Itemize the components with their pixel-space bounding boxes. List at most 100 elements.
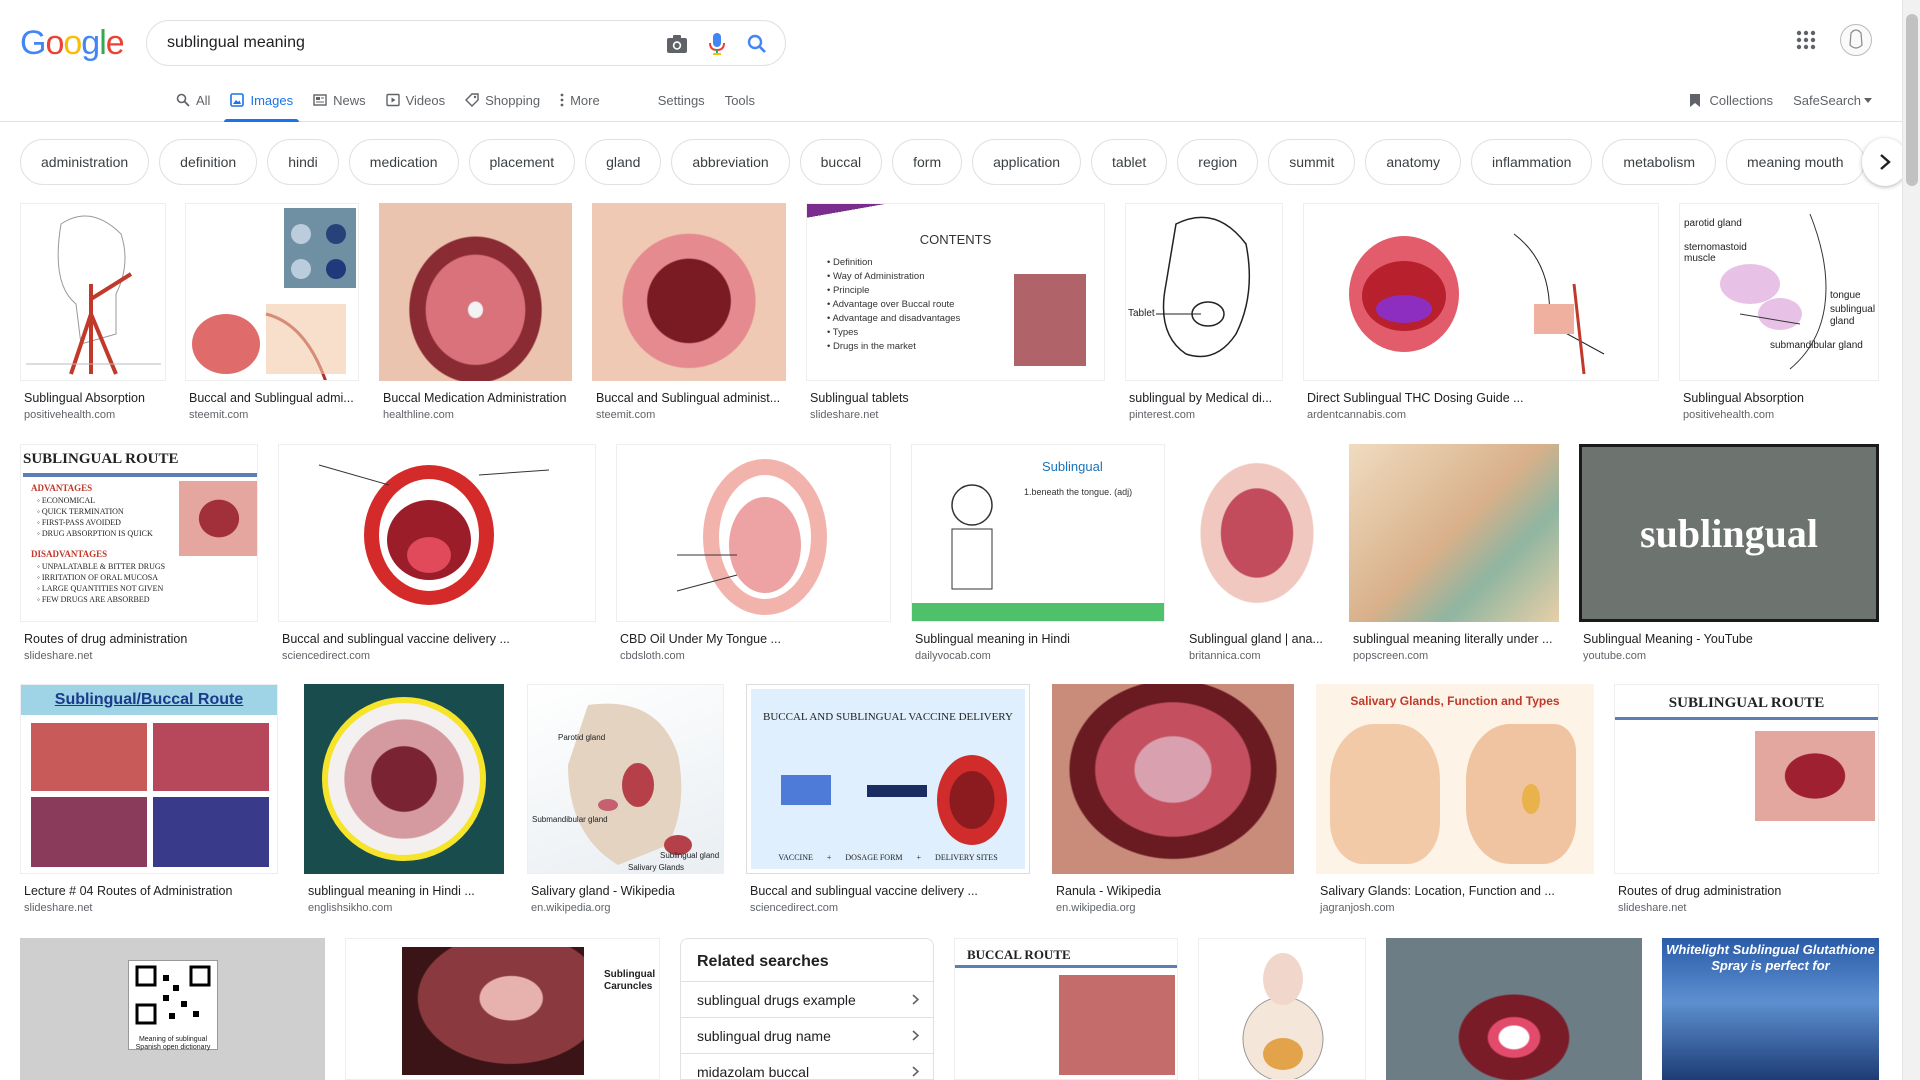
tab-news[interactable]: News (303, 82, 376, 118)
image-result[interactable]: Sublingual 1.beneath the tongue. (adj) S… (911, 444, 1165, 662)
tab-shopping[interactable]: Shopping (455, 82, 550, 118)
image-result[interactable]: SUBLINGUAL ROUTE Routes of drug administ… (1614, 684, 1879, 914)
search-input[interactable] (167, 31, 647, 55)
image-result[interactable]: sublingual meaning literally under ... p… (1349, 444, 1559, 662)
image-result[interactable]: Buccal and Sublingual administ... steemi… (592, 203, 786, 421)
image-result[interactable]: Buccal Medication Administration healthl… (379, 203, 572, 421)
chip-application[interactable]: application (972, 139, 1082, 185)
result-thumbnail[interactable] (1349, 444, 1559, 622)
search-box[interactable] (146, 20, 786, 66)
image-result[interactable]: Buccal and Sublingual admi... steemit.co… (185, 203, 359, 421)
tab-label: More (570, 92, 600, 108)
list-item: ◦ FIRST-PASS AVOIDED (37, 518, 121, 527)
tab-images[interactable]: Images (220, 82, 303, 122)
result-thumbnail[interactable]: sublingual (1579, 444, 1879, 622)
image-result[interactable]: parotid gland sternomastoid muscle tongu… (1679, 203, 1879, 421)
tab-videos[interactable]: Videos (376, 82, 456, 118)
image-result[interactable]: sublingual meaning in Hindi ... englishs… (304, 684, 504, 914)
account-avatar[interactable] (1840, 24, 1872, 56)
mic-icon[interactable] (705, 32, 729, 56)
chip-tablet[interactable]: tablet (1091, 139, 1168, 185)
image-result[interactable]: Sublingual Caruncles (345, 938, 660, 1080)
image-result[interactable] (1386, 938, 1642, 1080)
scrollbar-thumb[interactable] (1906, 14, 1918, 186)
result-thumbnail[interactable]: CONTENTS • Definition • Way of Administra… (806, 203, 1105, 381)
image-result[interactable]: sublingual Sublingual Meaning - YouTube … (1579, 444, 1879, 662)
chip-region[interactable]: region (1177, 139, 1259, 185)
image-result[interactable]: Parotid gland Submandibular gland Sublin… (527, 684, 724, 914)
image-result[interactable]: BUCCAL AND SUBLINGUAL VACCINE DELIVERY V… (746, 684, 1030, 914)
image-result[interactable]: Meaning of sublingual Spanish open dicti… (20, 938, 325, 1080)
result-thumbnail[interactable]: Meaning of sublingual Spanish open dicti… (20, 938, 325, 1080)
collections-link[interactable]: Collections (1689, 93, 1773, 108)
result-thumbnail[interactable]: parotid gland sternomastoid muscle tongu… (1679, 203, 1879, 381)
chip-abbreviation[interactable]: abbreviation (671, 139, 790, 185)
result-thumbnail[interactable]: Sublingual Caruncles (345, 938, 660, 1080)
search-icon[interactable] (745, 32, 769, 56)
result-thumbnail[interactable]: Tablet (1125, 203, 1283, 381)
result-thumbnail[interactable] (592, 203, 786, 381)
safesearch-dropdown[interactable]: SafeSearch (1793, 93, 1872, 108)
image-result[interactable]: SUBLINGUAL ROUTE ADVANTAGES ◦ ECONOMICAL… (20, 444, 258, 662)
chip-administration[interactable]: administration (20, 139, 150, 185)
related-item[interactable]: sublingual drugs example (681, 981, 933, 1017)
chip-metabolism[interactable]: metabolism (1602, 139, 1717, 185)
tab-more[interactable]: More (550, 82, 610, 118)
result-thumbnail[interactable] (616, 444, 891, 622)
result-thumbnail[interactable]: SUBLINGUAL ROUTE (1614, 684, 1879, 874)
google-logo[interactable]: Google (20, 24, 125, 63)
result-thumbnail[interactable] (1052, 684, 1294, 874)
image-result[interactable]: Sublingual/Buccal Route Lecture # 04 Rou… (20, 684, 278, 914)
related-item[interactable]: midazolam buccal (681, 1053, 933, 1079)
result-thumbnail[interactable]: BUCCAL AND SUBLINGUAL VACCINE DELIVERY V… (746, 684, 1030, 874)
image-result[interactable]: Buccal and sublingual vaccine delivery .… (278, 444, 596, 662)
chip-buccal[interactable]: buccal (799, 139, 883, 185)
page-scrollbar[interactable] (1902, 0, 1920, 1080)
image-result[interactable]: Tablet sublingual by Medical di... pinte… (1125, 203, 1283, 421)
chip-form[interactable]: form (892, 139, 963, 185)
image-result[interactable]: Whitelight Sublingual Glutathione Spray … (1662, 938, 1879, 1080)
chip-placement[interactable]: placement (468, 139, 576, 185)
image-result[interactable]: Sublingual Absorption positivehealth.com (20, 203, 166, 421)
result-thumbnail[interactable] (278, 444, 596, 622)
face-side (1466, 724, 1576, 864)
result-thumbnail[interactable]: Salivary Glands, Function and Types (1316, 684, 1594, 874)
result-thumbnail[interactable]: BUCCAL ROUTE (954, 938, 1178, 1080)
chip-medication[interactable]: medication (348, 139, 459, 185)
image-result[interactable]: Ranula - Wikipedia en.wikipedia.org (1052, 684, 1294, 914)
result-thumbnail[interactable]: Parotid gland Submandibular gland Sublin… (527, 684, 724, 874)
result-thumbnail[interactable]: Sublingual/Buccal Route (20, 684, 278, 874)
chip-anatomy[interactable]: anatomy (1365, 139, 1462, 185)
related-item[interactable]: sublingual drug name (681, 1017, 933, 1053)
result-thumbnail[interactable] (379, 203, 572, 381)
result-thumbnail[interactable] (304, 684, 504, 874)
chip-inflammation[interactable]: inflammation (1471, 139, 1593, 185)
result-thumbnail[interactable] (1185, 444, 1329, 622)
result-thumbnail[interactable]: SUBLINGUAL ROUTE ADVANTAGES ◦ ECONOMICAL… (20, 444, 258, 622)
result-thumbnail[interactable] (1198, 938, 1366, 1080)
chip-summit[interactable]: summit (1268, 139, 1356, 185)
result-thumbnail[interactable] (1386, 938, 1642, 1080)
image-result[interactable]: Salivary Glands, Function and Types Sali… (1316, 684, 1594, 914)
chip-gland[interactable]: gland (585, 139, 662, 185)
result-thumbnail[interactable] (1303, 203, 1659, 381)
image-result[interactable] (1198, 938, 1366, 1080)
tools-link[interactable]: Tools (715, 82, 765, 118)
chip-hindi[interactable]: hindi (267, 139, 339, 185)
result-thumbnail[interactable] (185, 203, 359, 381)
image-result[interactable]: Sublingual gland | ana... britannica.com (1185, 444, 1329, 662)
result-thumbnail[interactable]: Whitelight Sublingual Glutathione Spray … (1662, 938, 1879, 1080)
image-result[interactable]: BUCCAL ROUTE (954, 938, 1178, 1080)
camera-icon[interactable] (665, 32, 689, 56)
result-thumbnail[interactable]: Sublingual 1.beneath the tongue. (adj) (911, 444, 1165, 622)
settings-link[interactable]: Settings (648, 82, 715, 118)
apps-grid-icon[interactable] (1796, 30, 1820, 54)
tab-all[interactable]: All (166, 82, 220, 118)
image-result[interactable]: Direct Sublingual THC Dosing Guide ... a… (1303, 203, 1659, 421)
result-thumbnail[interactable] (20, 203, 166, 381)
logo-letter: e (105, 24, 125, 62)
image-result[interactable]: CONTENTS • Definition • Way of Administra… (806, 203, 1105, 421)
chip-meaning-mouth[interactable]: meaning mouth (1726, 139, 1865, 185)
image-result[interactable]: CBD Oil Under My Tongue ... cbdsloth.com (616, 444, 891, 662)
chip-definition[interactable]: definition (159, 139, 258, 185)
